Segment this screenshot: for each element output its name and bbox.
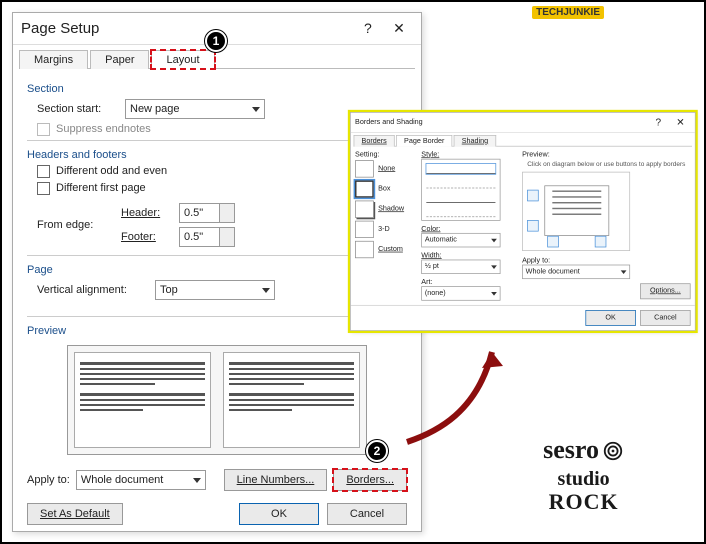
bs-style-label: Style: (421, 151, 515, 159)
bs-setting-3d[interactable]: 3-D (378, 225, 390, 233)
bs-tab-page-border[interactable]: Page Border (396, 135, 452, 147)
bs-width-select[interactable]: ½ pt (421, 259, 500, 273)
bs-ok-button[interactable]: OK (585, 310, 635, 326)
diff-first-page-label: Different first page (56, 182, 146, 194)
bs-edge-bottom[interactable] (527, 220, 539, 232)
bs-setting-custom-icon[interactable] (355, 241, 374, 258)
header-label: Header: (121, 207, 171, 219)
bs-tabs: Borders Page Border Shading (354, 134, 692, 146)
callout-two: 2 (366, 440, 388, 462)
borders-button[interactable]: Borders... (333, 469, 407, 491)
apply-to-label: Apply to: (27, 474, 70, 486)
bs-tab-shading[interactable]: Shading (454, 135, 496, 147)
ok-button[interactable]: OK (239, 503, 319, 525)
page-setup-preview (67, 345, 367, 455)
bs-preview-label: Preview: (522, 151, 690, 159)
footer-label: Footer: (121, 231, 171, 243)
bs-close-icon[interactable]: ✕ (670, 115, 690, 131)
bs-options-button[interactable]: Options... (640, 283, 690, 299)
diff-odd-even-label: Different odd and even (56, 165, 167, 177)
bs-titlebar: Borders and Shading ? ✕ (351, 113, 695, 133)
bs-color-value: Automatic (425, 236, 457, 244)
bs-edge-left[interactable] (547, 235, 559, 247)
bs-setting-none-icon[interactable] (355, 160, 374, 177)
bs-color-select[interactable]: Automatic (421, 233, 500, 247)
bs-edge-right[interactable] (595, 235, 607, 247)
watermark-logo: sesro studio ROCK (543, 438, 624, 512)
bs-setting-shadow[interactable]: Shadow (378, 205, 404, 213)
bs-help-icon[interactable]: ? (648, 114, 668, 130)
tab-paper[interactable]: Paper (90, 50, 149, 69)
diff-odd-even-checkbox[interactable] (37, 165, 50, 178)
bs-setting-box-icon[interactable] (355, 180, 374, 197)
line-numbers-button[interactable]: Line Numbers... (224, 469, 328, 491)
bs-preview-area[interactable] (522, 171, 630, 250)
valign-label: Vertical alignment: (37, 284, 147, 296)
section-heading: Section (27, 83, 407, 95)
valign-select[interactable]: Top (155, 280, 275, 300)
bs-width-value: ½ pt (425, 262, 439, 270)
bs-setting-3d-icon[interactable] (355, 220, 374, 237)
footer-spin[interactable]: 0.5" (179, 227, 235, 247)
suppress-endnotes-checkbox (37, 123, 50, 136)
bs-setting-custom[interactable]: Custom (378, 245, 403, 253)
tab-margins[interactable]: Margins (19, 50, 88, 69)
bs-preview-hint: Click on diagram below or use buttons to… (522, 160, 690, 167)
close-icon[interactable]: ✕ (385, 18, 413, 40)
bs-apply-to-label: Apply to: (522, 256, 690, 264)
apply-to-select[interactable]: Whole document (76, 470, 206, 490)
borders-shading-dialog: Borders and Shading ? ✕ Borders Page Bor… (350, 112, 696, 331)
overlay-brand-badge: TECHJUNKIE (532, 6, 604, 19)
section-start-select[interactable]: New page (125, 99, 265, 119)
from-edge-label: From edge: (37, 219, 113, 231)
bs-art-value: (none) (425, 289, 446, 297)
bs-art-select[interactable]: (none) (421, 286, 500, 300)
header-spin[interactable]: 0.5" (179, 203, 235, 223)
bs-title: Borders and Shading (355, 118, 423, 126)
help-icon[interactable]: ? (354, 17, 382, 39)
footer-value: 0.5" (184, 231, 203, 243)
diff-first-page-checkbox[interactable] (37, 182, 50, 195)
apply-to-value: Whole document (81, 474, 164, 486)
bs-apply-to-select[interactable]: Whole document (522, 264, 630, 278)
valign-value: Top (160, 284, 178, 296)
bs-cancel-button[interactable]: Cancel (640, 310, 690, 326)
bs-width-label: Width: (421, 251, 515, 259)
bs-apply-to-value: Whole document (526, 268, 580, 276)
bs-setting-box[interactable]: Box (378, 185, 390, 193)
bs-edge-top[interactable] (527, 189, 539, 201)
bs-style-list[interactable] (421, 158, 500, 220)
header-value: 0.5" (184, 207, 203, 219)
bs-art-label: Art: (421, 278, 515, 286)
bs-tab-borders[interactable]: Borders (354, 135, 395, 147)
cancel-button[interactable]: Cancel (327, 503, 407, 525)
section-start-value: New page (130, 103, 180, 115)
bs-setting-none[interactable]: None (378, 165, 395, 173)
bs-color-label: Color: (421, 225, 515, 233)
bs-setting-shadow-icon[interactable] (355, 200, 374, 217)
bs-preview-page (544, 185, 609, 235)
bs-setting-label: Setting: (355, 151, 414, 159)
suppress-endnotes-label: Suppress endnotes (56, 123, 151, 135)
set-default-button[interactable]: Set As Default (27, 503, 123, 525)
page-setup-title: Page Setup (21, 20, 99, 37)
section-start-label: Section start: (37, 103, 117, 115)
tab-layout[interactable]: Layout (151, 50, 214, 69)
callout-one: 1 (205, 30, 227, 52)
